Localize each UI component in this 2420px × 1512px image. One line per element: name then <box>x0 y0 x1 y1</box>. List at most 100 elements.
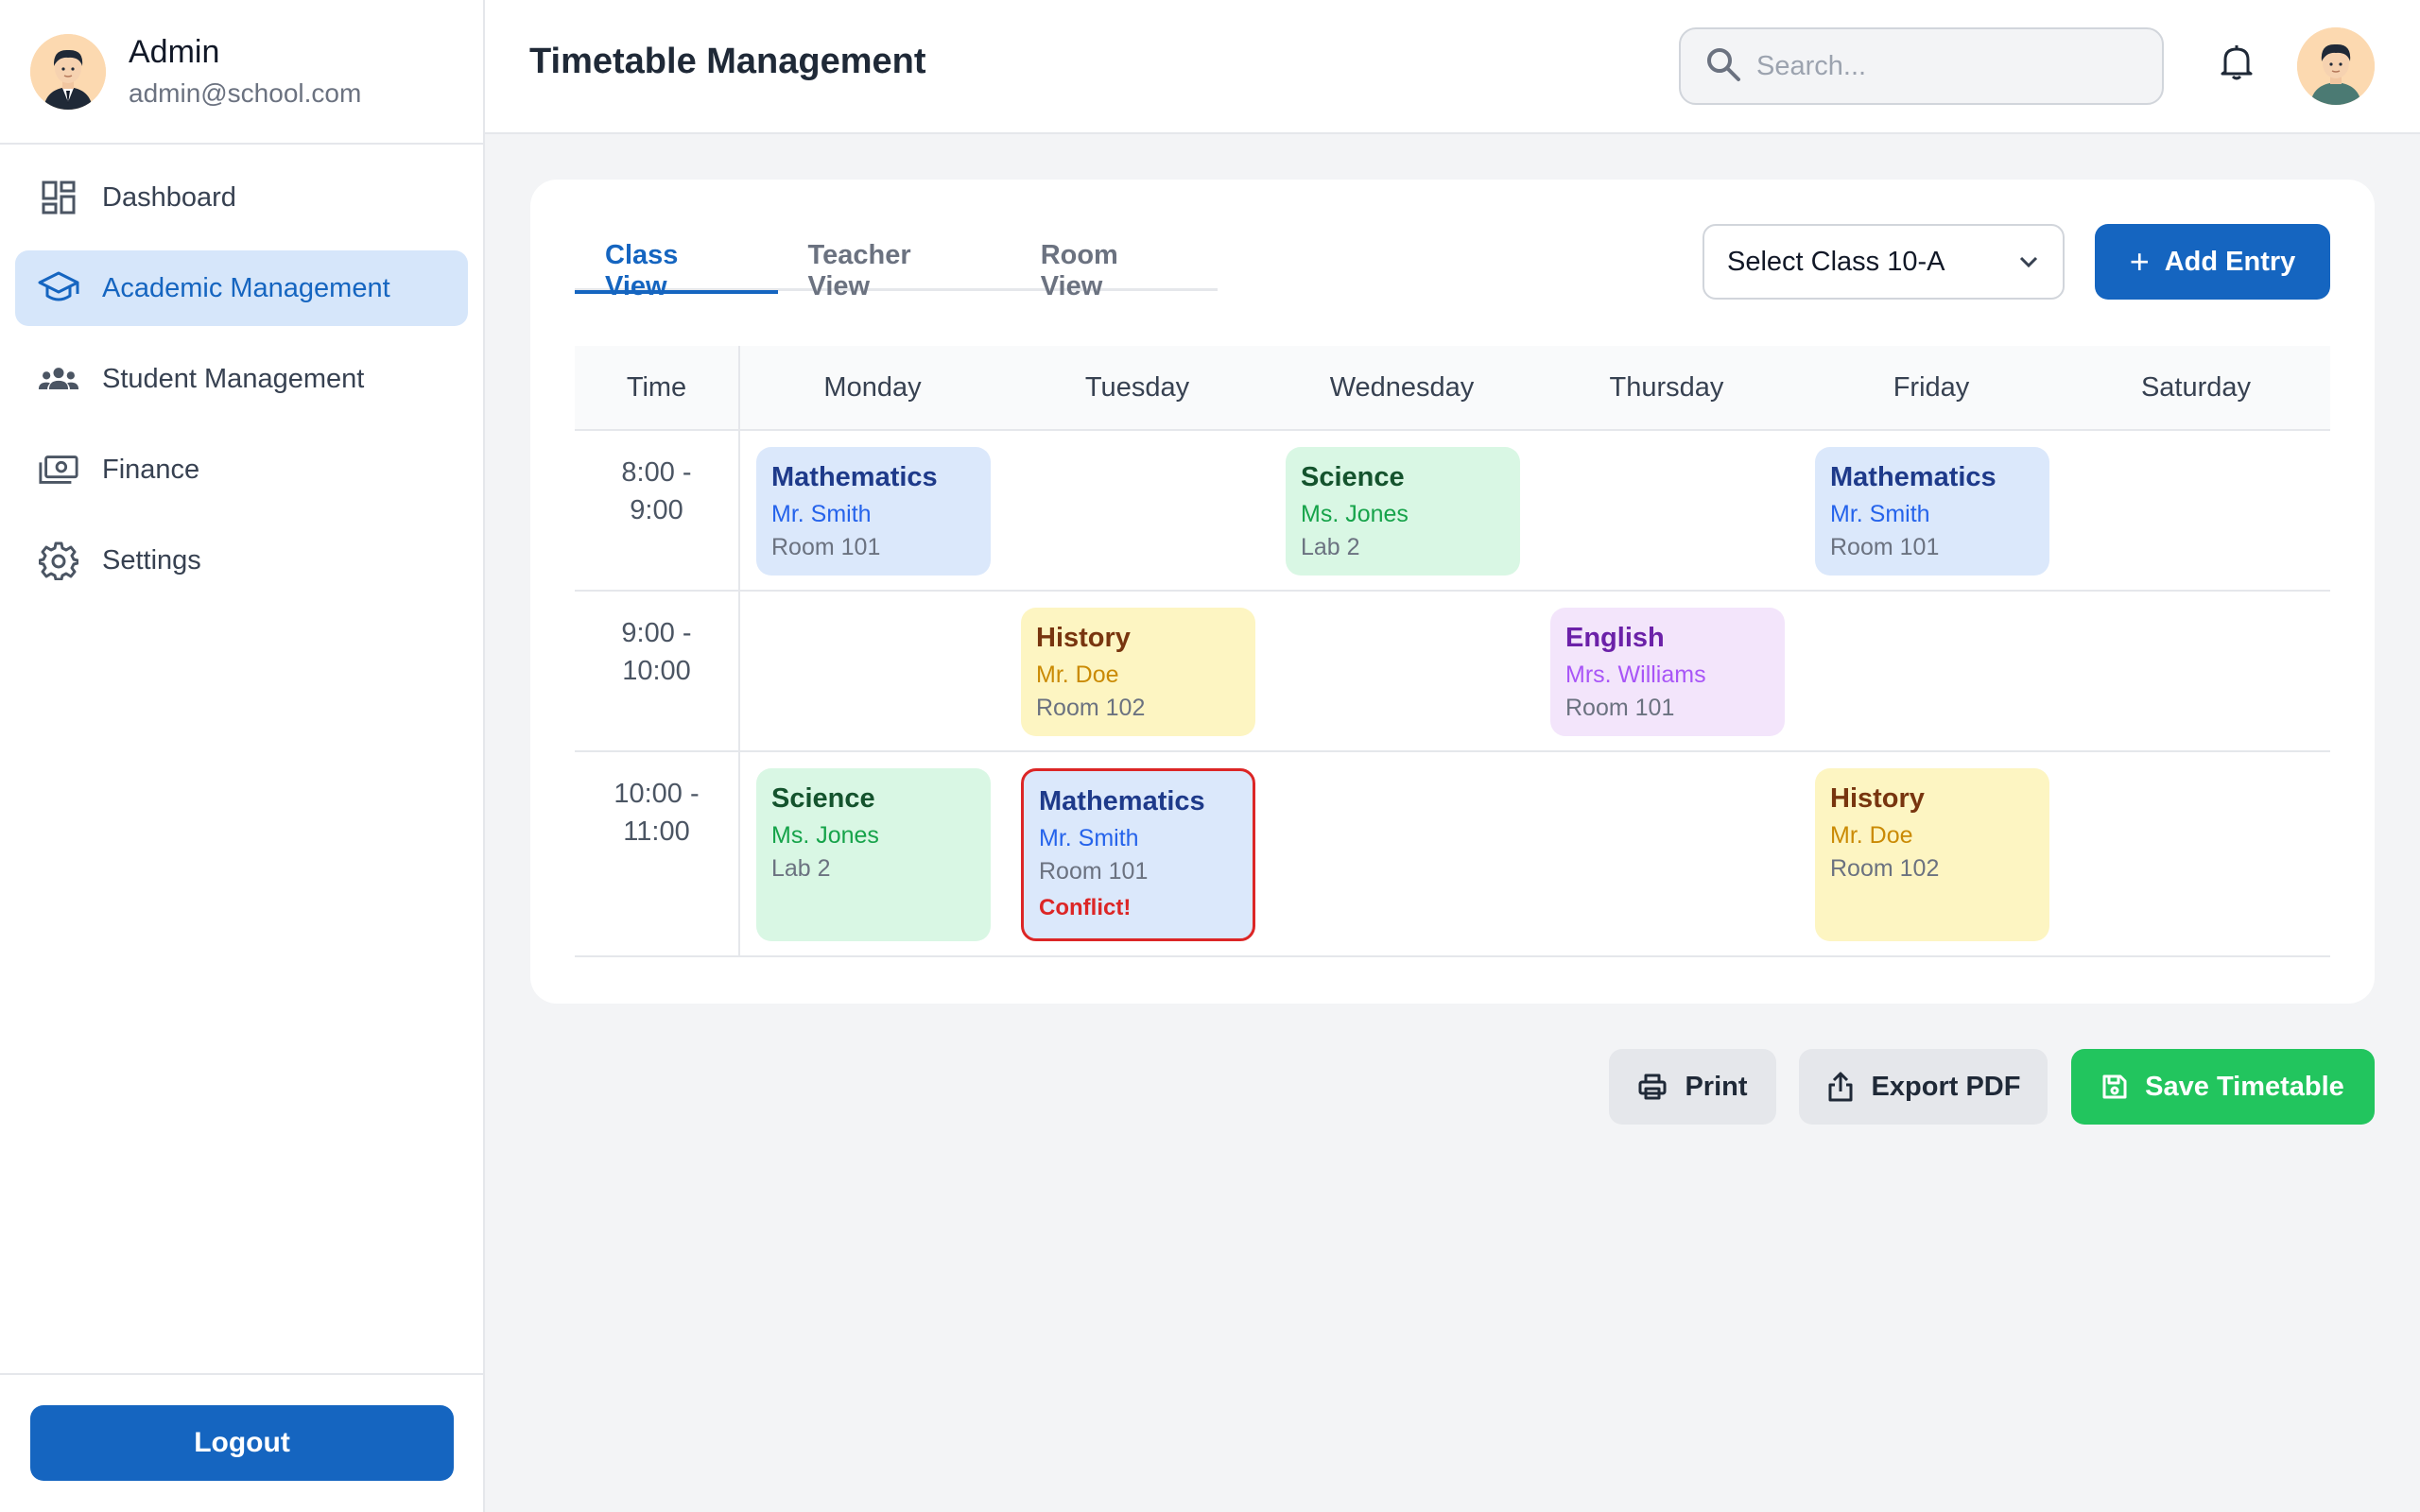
time-slot-start: 10:00 - <box>614 779 700 809</box>
sidebar-item-settings[interactable]: Settings <box>15 523 468 598</box>
entry-room: Room 101 <box>1039 858 1149 885</box>
sidebar-item-student-management[interactable]: Student Management <box>15 341 468 417</box>
timetable-entry[interactable]: Mathematics Mr. Smith Room 101 <box>756 447 991 576</box>
column-header-time: Time <box>575 346 740 429</box>
column-header-thursday: Thursday <box>1609 371 1724 403</box>
entry-room: Room 101 <box>1830 534 1940 560</box>
column-header-saturday: Saturday <box>2140 371 2252 403</box>
entry-room: Room 101 <box>771 534 881 560</box>
day-cell[interactable] <box>1799 592 2064 750</box>
print-button[interactable]: Print <box>1609 1049 1776 1125</box>
table-row: 8:00 - 9:00 Mathematics Mr. Smith Room 1… <box>575 431 2330 592</box>
plus-icon: + <box>2129 242 2150 281</box>
class-select-dropdown[interactable]: Select Class 10-A <box>1703 224 2065 300</box>
search-input[interactable] <box>1756 50 2116 82</box>
entry-teacher: Mr. Smith <box>771 501 872 527</box>
entry-subject: Mathematics <box>1039 786 1205 816</box>
tab-room-view[interactable]: Room View <box>1011 240 1218 301</box>
sidebar-item-label: Settings <box>102 544 201 576</box>
sidebar-item-academic-management[interactable]: Academic Management <box>15 250 468 326</box>
day-cell[interactable] <box>1270 752 1534 955</box>
tab-class-view[interactable]: Class View <box>575 240 778 301</box>
entry-room: Lab 2 <box>1301 534 1360 560</box>
day-cell[interactable]: Science Ms. Jones Lab 2 <box>1270 431 1534 590</box>
day-cell[interactable] <box>1534 431 1799 590</box>
timetable-entry[interactable]: Science Ms. Jones Lab 2 <box>756 768 991 941</box>
entry-teacher: Mr. Smith <box>1830 501 1930 527</box>
entry-teacher: Mr. Doe <box>1036 662 1119 688</box>
money-icon <box>38 449 79 490</box>
logout-section: Logout <box>0 1373 483 1512</box>
day-cell[interactable] <box>2064 431 2328 590</box>
entry-teacher: Ms. Jones <box>1301 501 1409 527</box>
grid-header-row: Time Monday Tuesday Wednesday Thursday F… <box>575 346 2330 431</box>
table-row: 9:00 - 10:00 History Mr. Doe Room 102 En… <box>575 592 2330 752</box>
day-cell[interactable]: History Mr. Doe Room 102 <box>1005 592 1270 750</box>
timetable-entry[interactable]: English Mrs. Williams Room 101 <box>1550 608 1785 736</box>
save-timetable-button[interactable]: Save Timetable <box>2071 1049 2375 1125</box>
day-cell[interactable]: Science Ms. Jones Lab 2 <box>740 752 1005 955</box>
entry-subject: Mathematics <box>771 462 938 492</box>
view-tabs: Class View Teacher View Room View <box>575 240 1218 301</box>
day-cell[interactable]: History Mr. Doe Room 102 <box>1799 752 2064 955</box>
time-slot-end: 11:00 <box>623 816 690 847</box>
column-header-monday: Monday <box>823 371 922 403</box>
sidebar-item-label: Finance <box>102 454 200 485</box>
tab-teacher-view[interactable]: Teacher View <box>778 240 1011 301</box>
print-label: Print <box>1685 1071 1748 1102</box>
user-email: admin@school.com <box>129 78 362 108</box>
day-cell[interactable] <box>1005 431 1270 590</box>
time-slot: 8:00 - 9:00 <box>575 431 740 590</box>
timetable-entry[interactable]: Mathematics Mr. Smith Room 101 <box>1815 447 2049 576</box>
table-row: 10:00 - 11:00 Science Ms. Jones Lab 2 Ma… <box>575 752 2330 957</box>
day-cell[interactable]: Mathematics Mr. Smith Room 101 <box>1799 431 2064 590</box>
entry-room: Lab 2 <box>771 855 831 882</box>
top-header: Timetable Management <box>485 0 2420 134</box>
entry-room: Room 102 <box>1036 695 1146 721</box>
timetable-entry[interactable]: History Mr. Doe Room 102 <box>1021 608 1255 736</box>
day-cell[interactable] <box>740 592 1005 750</box>
timetable-card: Class View Teacher View Room View Select… <box>530 180 2375 1004</box>
entry-teacher: Mr. Smith <box>1039 825 1139 851</box>
day-cell[interactable]: Mathematics Mr. Smith Room 101 <box>740 431 1005 590</box>
time-slot-end: 9:00 <box>630 495 683 525</box>
column-header-wednesday: Wednesday <box>1329 371 1475 403</box>
column-header-tuesday: Tuesday <box>1084 371 1190 403</box>
day-cell[interactable] <box>1534 752 1799 955</box>
user-name: Admin <box>129 34 220 70</box>
entry-teacher: Mr. Doe <box>1830 822 1913 849</box>
search-icon <box>1705 46 1741 87</box>
sidebar-item-label: Dashboard <box>102 181 236 213</box>
sidebar-item-label: Student Management <box>102 363 365 394</box>
gear-icon <box>38 540 79 581</box>
export-pdf-button[interactable]: Export PDF <box>1799 1049 2048 1125</box>
timetable-grid: Time Monday Tuesday Wednesday Thursday F… <box>575 346 2330 957</box>
search-box[interactable] <box>1679 27 2164 105</box>
day-cell[interactable]: Mathematics Mr. Smith Room 101 Conflict! <box>1005 752 1270 955</box>
add-entry-label: Add Entry <box>2164 246 2296 277</box>
conflict-warning: Conflict! <box>1039 895 1132 920</box>
logout-button[interactable]: Logout <box>30 1405 454 1481</box>
user-avatar[interactable] <box>2297 27 2375 105</box>
time-slot: 10:00 - 11:00 <box>575 752 740 955</box>
add-entry-button[interactable]: + Add Entry <box>2095 224 2330 300</box>
entry-subject: History <box>1036 623 1131 653</box>
day-cell[interactable]: English Mrs. Williams Room 101 <box>1534 592 1799 750</box>
timetable-entry[interactable]: History Mr. Doe Room 102 <box>1815 768 2049 941</box>
entry-subject: Science <box>771 783 875 814</box>
day-cell[interactable] <box>1270 592 1534 750</box>
timetable-entry-conflict[interactable]: Mathematics Mr. Smith Room 101 Conflict! <box>1021 768 1255 941</box>
dashboard-icon <box>38 177 79 218</box>
sidebar-item-finance[interactable]: Finance <box>15 432 468 507</box>
entry-room: Room 102 <box>1830 855 1940 882</box>
day-cell[interactable] <box>2064 752 2328 955</box>
notification-bell-icon[interactable] <box>2208 34 2265 91</box>
entry-teacher: Ms. Jones <box>771 822 879 849</box>
printer-icon <box>1637 1072 1668 1102</box>
export-label: Export PDF <box>1871 1071 2021 1102</box>
time-slot-start: 9:00 - <box>621 618 692 648</box>
sidebar-item-dashboard[interactable]: Dashboard <box>15 160 468 235</box>
page-title: Timetable Management <box>529 42 926 81</box>
timetable-entry[interactable]: Science Ms. Jones Lab 2 <box>1286 447 1520 576</box>
day-cell[interactable] <box>2064 592 2328 750</box>
